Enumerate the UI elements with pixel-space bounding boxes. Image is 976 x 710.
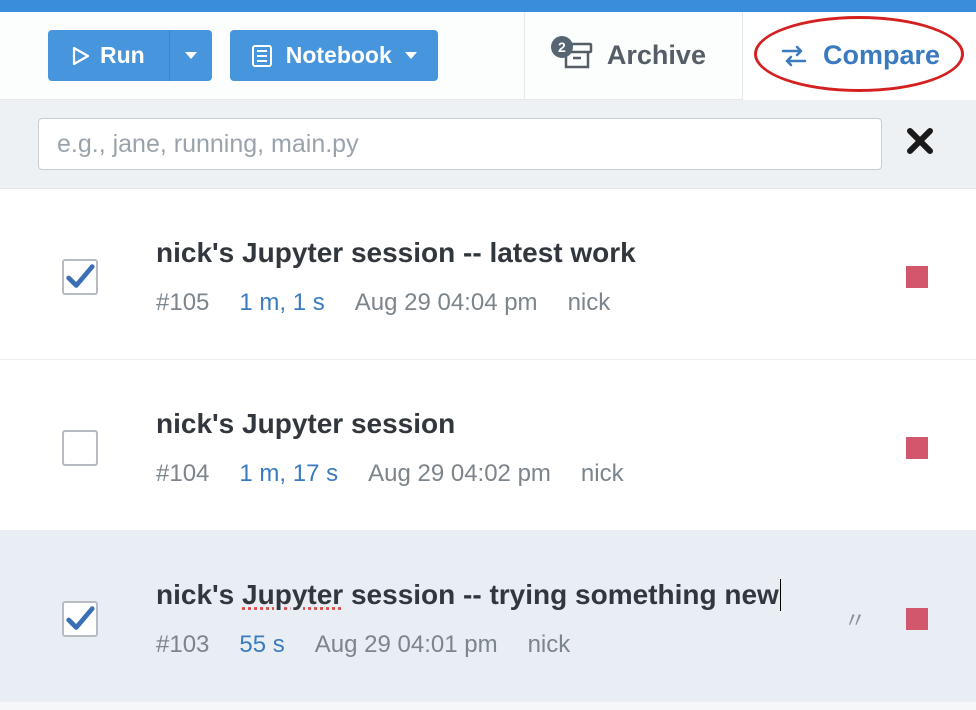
caret-down-icon bbox=[184, 51, 198, 61]
check-icon bbox=[64, 602, 96, 636]
run-body: nick's Jupyter session -- trying somethi… bbox=[156, 579, 824, 659]
run-button-group: Run bbox=[48, 30, 212, 81]
status-indicator[interactable] bbox=[906, 266, 928, 288]
edit-handle-icon[interactable]: 〃 bbox=[844, 603, 866, 635]
run-id: #105 bbox=[156, 289, 209, 317]
run-button-label: Run bbox=[100, 42, 145, 69]
run-item[interactable]: nick's Jupyter session -- trying somethi… bbox=[0, 531, 976, 702]
run-checkbox[interactable] bbox=[62, 430, 98, 466]
archive-icon-wrap: 2 bbox=[561, 42, 593, 70]
run-id: #104 bbox=[156, 460, 209, 488]
run-time: Aug 29 04:04 pm bbox=[355, 289, 538, 317]
compare-tab[interactable]: Compare bbox=[742, 12, 976, 100]
run-title[interactable]: nick's Jupyter session -- latest work bbox=[156, 237, 906, 269]
run-time: Aug 29 04:02 pm bbox=[368, 460, 551, 488]
run-id: #103 bbox=[156, 631, 209, 659]
run-user: nick bbox=[581, 460, 624, 488]
archive-tab-label: Archive bbox=[607, 40, 706, 71]
check-icon bbox=[64, 260, 96, 294]
run-checkbox[interactable] bbox=[62, 601, 98, 637]
notebook-button-label: Notebook bbox=[286, 42, 392, 69]
run-title[interactable]: nick's Jupyter session bbox=[156, 408, 906, 440]
search-input[interactable] bbox=[38, 118, 882, 170]
caret-down-icon bbox=[404, 51, 418, 61]
notebook-button[interactable]: Notebook bbox=[230, 30, 438, 81]
run-title-editing[interactable]: nick's Jupyter session -- trying somethi… bbox=[156, 579, 824, 611]
run-button[interactable]: Run bbox=[48, 30, 169, 81]
run-user: nick bbox=[528, 631, 571, 659]
clear-search-button[interactable] bbox=[882, 125, 938, 164]
run-item[interactable]: nick's Jupyter session -- latest work #1… bbox=[0, 189, 976, 360]
run-checkbox[interactable] bbox=[62, 259, 98, 295]
top-accent-bar bbox=[0, 0, 976, 12]
run-meta: #103 55 s Aug 29 04:01 pm nick bbox=[156, 631, 824, 659]
run-time: Aug 29 04:01 pm bbox=[315, 631, 498, 659]
notebook-icon bbox=[250, 44, 274, 68]
run-user: nick bbox=[568, 289, 611, 317]
archive-count-badge: 2 bbox=[551, 36, 573, 58]
run-duration: 1 m, 1 s bbox=[239, 289, 324, 317]
close-icon bbox=[906, 127, 934, 155]
run-body: nick's Jupyter session -- latest work #1… bbox=[156, 237, 906, 317]
run-item[interactable]: nick's Jupyter session #104 1 m, 17 s Au… bbox=[0, 360, 976, 531]
run-dropdown-button[interactable] bbox=[169, 30, 212, 81]
status-indicator[interactable] bbox=[906, 608, 928, 630]
search-area bbox=[0, 100, 976, 189]
archive-tab[interactable]: 2 Archive bbox=[524, 12, 742, 100]
text-cursor bbox=[780, 579, 781, 611]
compare-icon bbox=[779, 44, 809, 68]
status-indicator[interactable] bbox=[906, 437, 928, 459]
run-meta: #104 1 m, 17 s Aug 29 04:02 pm nick bbox=[156, 460, 906, 488]
play-icon bbox=[72, 46, 90, 66]
run-duration: 1 m, 17 s bbox=[239, 460, 338, 488]
toolbar: Run Notebook 2 Archive Compare bbox=[0, 12, 976, 100]
run-body: nick's Jupyter session #104 1 m, 17 s Au… bbox=[156, 408, 906, 488]
run-list: nick's Jupyter session -- latest work #1… bbox=[0, 189, 976, 702]
compare-tab-label: Compare bbox=[823, 40, 940, 71]
run-duration: 55 s bbox=[239, 631, 284, 659]
run-meta: #105 1 m, 1 s Aug 29 04:04 pm nick bbox=[156, 289, 906, 317]
